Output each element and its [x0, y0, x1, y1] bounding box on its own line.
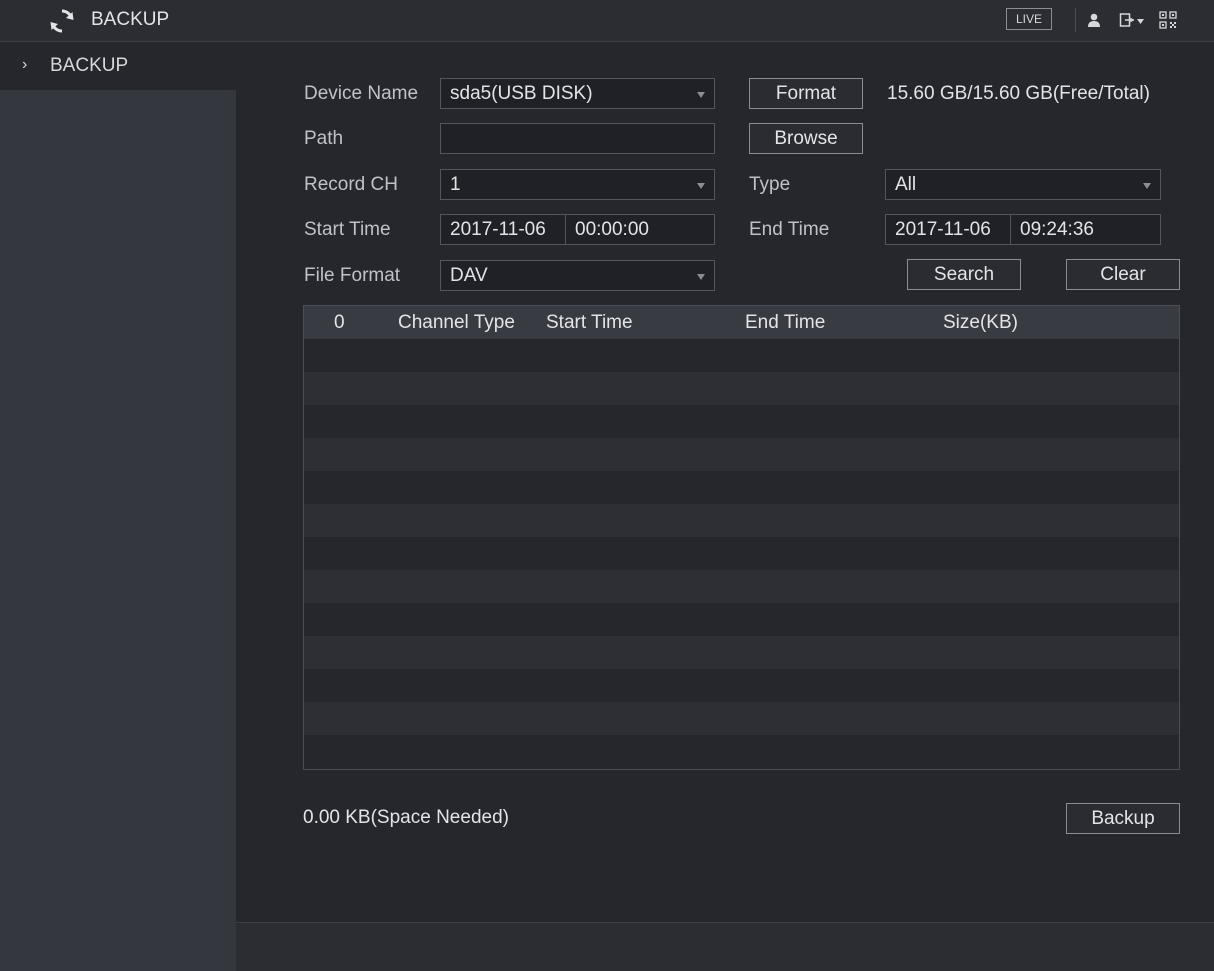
- dropdown-arrow-icon: [1143, 183, 1151, 189]
- end-time-value[interactable]: 09:24:36: [1020, 219, 1094, 241]
- toolbar-divider: [1075, 8, 1076, 32]
- start-time-label: Start Time: [304, 219, 391, 240]
- start-time-column-header: Start Time: [546, 312, 633, 333]
- results-table: 0 Channel Type Start Time End Time Size(…: [303, 305, 1180, 770]
- table-row[interactable]: [304, 405, 1179, 438]
- table-row[interactable]: [304, 537, 1179, 570]
- field-divider: [565, 215, 566, 244]
- table-row[interactable]: [304, 702, 1179, 735]
- dropdown-arrow-icon: [697, 274, 705, 280]
- sidebar-item-label: BACKUP: [50, 55, 129, 76]
- table-row[interactable]: [304, 735, 1179, 768]
- space-needed-text: 0.00 KB(Space Needed): [303, 807, 509, 828]
- type-value: All: [895, 174, 917, 195]
- channel-type-column-header: Channel Type: [398, 312, 515, 333]
- file-format-label: File Format: [304, 265, 401, 286]
- sidebar: › BACKUP: [0, 42, 236, 971]
- record-ch-label: Record CH: [304, 174, 398, 195]
- end-time-column-header: End Time: [745, 312, 826, 333]
- type-label: Type: [749, 174, 791, 195]
- refresh-icon: [50, 9, 74, 33]
- end-time-input[interactable]: 2017-11-06 09:24:36: [885, 214, 1161, 245]
- clear-button[interactable]: Clear: [1066, 259, 1180, 290]
- table-header: 0 Channel Type Start Time End Time Size(…: [304, 306, 1179, 339]
- bottom-bar: [236, 922, 1214, 971]
- top-bar: BACKUP LIVE: [0, 0, 1214, 42]
- record-ch-value: 1: [450, 174, 461, 195]
- type-select[interactable]: All: [885, 169, 1161, 200]
- end-time-label: End Time: [749, 219, 830, 240]
- logout-icon[interactable]: [1119, 12, 1135, 28]
- device-name-value: sda5(USB DISK): [450, 83, 593, 104]
- select-all-column-header[interactable]: 0: [334, 312, 345, 334]
- device-name-select[interactable]: sda5(USB DISK): [440, 78, 715, 109]
- table-row[interactable]: [304, 339, 1179, 372]
- backup-button[interactable]: Backup: [1066, 803, 1180, 834]
- chevron-down-icon[interactable]: [1137, 19, 1144, 24]
- qr-code-icon[interactable]: [1159, 11, 1177, 29]
- table-row[interactable]: [304, 504, 1179, 537]
- start-time-value[interactable]: 00:00:00: [575, 219, 649, 241]
- path-label: Path: [304, 128, 344, 149]
- chevron-right-icon: ›: [22, 56, 28, 73]
- file-format-select[interactable]: DAV: [440, 260, 715, 291]
- path-input[interactable]: [440, 123, 715, 154]
- page-title: BACKUP: [91, 9, 170, 30]
- end-date-value[interactable]: 2017-11-06: [895, 219, 991, 241]
- format-button[interactable]: Format: [749, 78, 863, 109]
- start-time-input[interactable]: 2017-11-06 00:00:00: [440, 214, 715, 245]
- table-row[interactable]: [304, 438, 1179, 471]
- table-row[interactable]: [304, 636, 1179, 669]
- table-row[interactable]: [304, 471, 1179, 504]
- table-row[interactable]: [304, 372, 1179, 405]
- sidebar-item-backup[interactable]: › BACKUP: [0, 42, 236, 90]
- table-row[interactable]: [304, 570, 1179, 603]
- browse-button[interactable]: Browse: [749, 123, 863, 154]
- record-ch-select[interactable]: 1: [440, 169, 715, 200]
- start-date-value[interactable]: 2017-11-06: [450, 219, 546, 241]
- table-row[interactable]: [304, 669, 1179, 702]
- field-divider: [1010, 215, 1011, 244]
- file-format-value: DAV: [450, 265, 488, 286]
- table-row[interactable]: [304, 603, 1179, 636]
- user-icon[interactable]: [1086, 12, 1102, 28]
- dropdown-arrow-icon: [697, 183, 705, 189]
- capacity-text: 15.60 GB/15.60 GB(Free/Total): [887, 83, 1150, 104]
- live-button[interactable]: LIVE: [1006, 8, 1052, 30]
- device-name-label: Device Name: [304, 83, 419, 104]
- dropdown-arrow-icon: [697, 92, 705, 98]
- size-column-header: Size(KB): [943, 312, 1018, 333]
- search-button[interactable]: Search: [907, 259, 1021, 290]
